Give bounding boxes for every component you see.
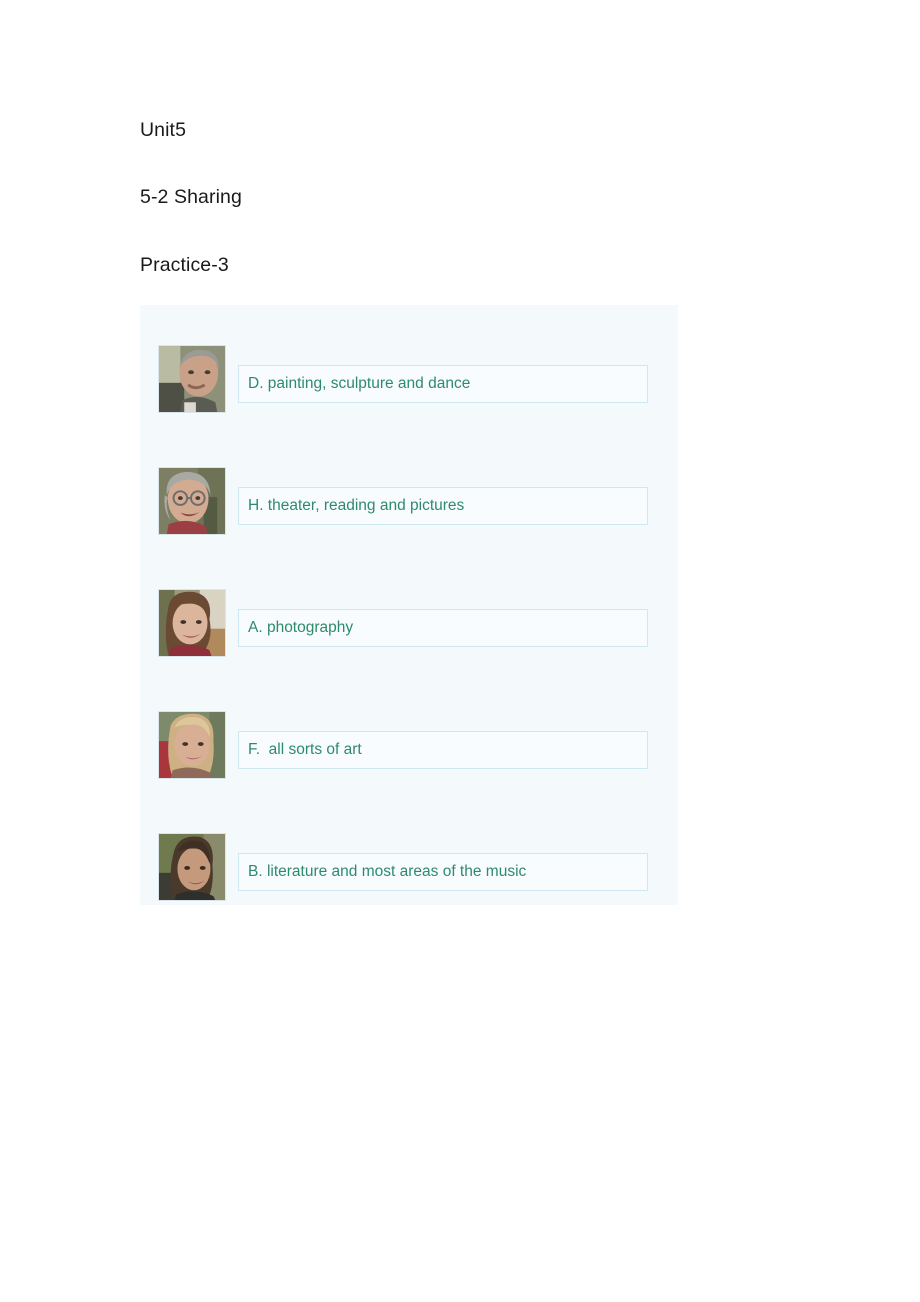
portrait-thumbnail-4	[158, 711, 226, 779]
answer-box[interactable]: B. literature and most areas of the musi…	[238, 853, 648, 891]
matching-rows-list: D. painting, sculpture and dance H. thea…	[140, 305, 678, 905]
exercise-panel: D. painting, sculpture and dance H. thea…	[140, 305, 678, 905]
answer-box[interactable]: A. photography	[238, 609, 648, 647]
person-portrait-icon	[159, 346, 225, 412]
match-row: H. theater, reading and pictures	[140, 427, 678, 549]
answer-label: F. all sorts of art	[248, 741, 362, 759]
portrait-thumbnail-3	[158, 589, 226, 657]
answer-box[interactable]: H. theater, reading and pictures	[238, 487, 648, 525]
practice-heading: Practice-3	[140, 253, 229, 276]
portrait-thumbnail-2	[158, 467, 226, 535]
section-heading: 5-2 Sharing	[140, 186, 242, 209]
match-row: F. all sorts of art	[140, 671, 678, 793]
answer-label: D. painting, sculpture and dance	[248, 375, 471, 393]
document-headings: Unit5 5-2 Sharing Practice-3	[140, 118, 740, 277]
person-portrait-icon	[159, 712, 225, 778]
answer-label: H. theater, reading and pictures	[248, 497, 465, 515]
answer-box[interactable]: D. painting, sculpture and dance	[238, 365, 648, 403]
document-page: Unit5 5-2 Sharing Practice-3 D. painting…	[0, 0, 920, 1302]
match-row: D. painting, sculpture and dance	[140, 305, 678, 427]
match-row: B. literature and most areas of the musi…	[140, 793, 678, 905]
person-portrait-icon	[159, 834, 225, 900]
person-portrait-icon	[159, 468, 225, 534]
portrait-thumbnail-5	[158, 833, 226, 901]
answer-box[interactable]: F. all sorts of art	[238, 731, 648, 769]
match-row: A. photography	[140, 549, 678, 671]
person-portrait-icon	[159, 590, 225, 656]
portrait-thumbnail-1	[158, 345, 226, 413]
answer-label: B. literature and most areas of the musi…	[248, 863, 527, 881]
answer-label: A. photography	[248, 619, 354, 637]
page-title: Unit5	[140, 119, 187, 141]
